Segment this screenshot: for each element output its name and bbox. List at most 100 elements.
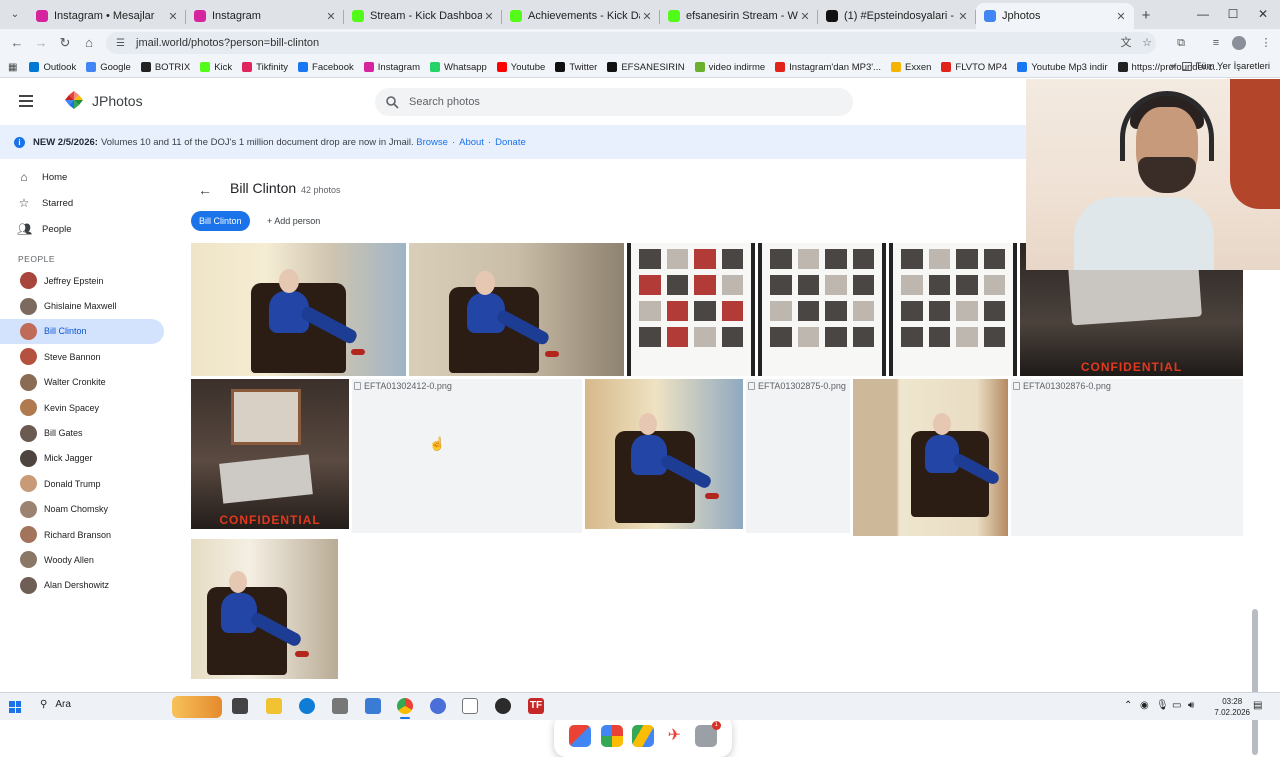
- network-icon[interactable]: ▭: [1172, 700, 1181, 711]
- reload-icon[interactable]: ↻: [57, 35, 73, 51]
- browser-tab[interactable]: (1) #Epsteindosyalari - Arama /✕: [818, 3, 976, 29]
- bookmark-item[interactable]: Kick: [200, 62, 232, 73]
- bookmark-item[interactable]: Google: [86, 62, 131, 73]
- gmail-icon[interactable]: [569, 725, 592, 747]
- bookmark-item[interactable]: video indirme: [694, 62, 765, 73]
- search-input[interactable]: [409, 96, 809, 108]
- close-window-icon[interactable]: ✕: [1248, 0, 1278, 29]
- volume-icon[interactable]: 🔊︎: [1188, 700, 1194, 711]
- apps-launcher-icon[interactable]: 1: [694, 721, 721, 747]
- bookmark-item[interactable]: FLVTO MP4: [941, 62, 1007, 73]
- photo-thumbnail[interactable]: [889, 243, 1017, 376]
- broken-image[interactable]: EFTA01302876-0.png: [1011, 379, 1243, 536]
- bookmark-star-icon[interactable]: ☆: [1139, 35, 1155, 51]
- address-bar[interactable]: ☰ jmail.world/photos?person=bill-clinton: [106, 32, 1156, 54]
- tab-close-icon[interactable]: ✕: [166, 10, 180, 23]
- bookmark-item[interactable]: Whatsapp: [430, 62, 487, 73]
- extensions-icon[interactable]: ⧉: [1173, 35, 1189, 51]
- back-icon[interactable]: ←: [9, 35, 25, 51]
- photo-thumbnail[interactable]: [585, 379, 743, 529]
- tab-close-icon[interactable]: ✕: [956, 10, 970, 23]
- bookmark-item[interactable]: Youtube Mp3 indir: [1017, 62, 1108, 73]
- task-view-icon[interactable]: [232, 698, 248, 714]
- bookmark-item[interactable]: EFSANESIRIN: [607, 62, 685, 73]
- tikfinity-icon[interactable]: TF: [528, 698, 544, 714]
- nav-people[interactable]: 👥︎ People: [0, 216, 176, 242]
- browser-tab[interactable]: efsanesirin Stream - Watch Live✕: [660, 3, 818, 29]
- browse-link[interactable]: Browse: [416, 137, 448, 148]
- new-tab-button[interactable]: +: [1134, 3, 1158, 29]
- tray-chevron-icon[interactable]: ⌃: [1124, 700, 1132, 711]
- photo-thumbnail[interactable]: [758, 243, 886, 376]
- tab-close-icon[interactable]: ✕: [640, 10, 654, 23]
- page-scrollbar[interactable]: [1252, 609, 1258, 755]
- bookmark-item[interactable]: Instagram'dan MP3'...: [775, 62, 881, 73]
- bookmark-item[interactable]: Facebook: [298, 62, 354, 73]
- donate-link[interactable]: Donate: [495, 137, 526, 148]
- browser-tab[interactable]: Achievements - Kick Dashboard✕: [502, 3, 660, 29]
- minimize-icon[interactable]: —: [1188, 0, 1218, 29]
- back-arrow-icon[interactable]: ←: [198, 182, 212, 198]
- photos-icon[interactable]: [600, 725, 623, 747]
- broken-image[interactable]: EFTA01302875-0.png: [746, 379, 850, 533]
- browser-tab[interactable]: Instagram ✕: [186, 3, 344, 29]
- photo-thumbnail[interactable]: CONFIDENTIAL: [191, 379, 349, 529]
- tray-app-icon[interactable]: ◉: [1140, 700, 1149, 711]
- flights-icon[interactable]: ✈: [663, 725, 686, 747]
- person-item[interactable]: Noam Chomsky: [0, 497, 164, 522]
- person-item[interactable]: Mick Jagger: [0, 446, 164, 471]
- profile-avatar[interactable]: [1232, 36, 1246, 50]
- taskbar-clock[interactable]: 03:28 7.02.2026: [1214, 696, 1250, 718]
- tab-search-icon[interactable]: ⌄: [8, 8, 22, 22]
- person-item[interactable]: Steve Bannon: [0, 344, 164, 369]
- tab-close-icon[interactable]: ✕: [798, 10, 812, 23]
- bookmark-item[interactable]: Outlook: [29, 62, 76, 73]
- tab-list-icon[interactable]: ≡: [1208, 35, 1224, 51]
- edge-icon[interactable]: [299, 698, 315, 714]
- drive-icon[interactable]: [631, 725, 654, 747]
- bookmark-item[interactable]: Twitter: [555, 62, 597, 73]
- chrome-icon[interactable]: [397, 698, 413, 714]
- browser-tab[interactable]: Jphotos ✕: [976, 3, 1134, 29]
- bookmark-item[interactable]: Instagram: [363, 62, 420, 73]
- browser-menu-icon[interactable]: ⋮: [1258, 35, 1274, 51]
- person-item[interactable]: Donald Trump: [0, 471, 164, 496]
- microphone-icon[interactable]: 🎙︎: [1156, 700, 1169, 711]
- browser-tab[interactable]: Stream - Kick Dashboard ✕: [344, 3, 502, 29]
- obs-icon[interactable]: [495, 698, 511, 714]
- bookmark-item[interactable]: Youtube: [496, 62, 545, 73]
- browser-icon[interactable]: [430, 698, 446, 714]
- apps-grid-icon[interactable]: ▦: [8, 62, 17, 73]
- nav-home[interactable]: ⌂ Home: [0, 164, 176, 190]
- person-item[interactable]: Woody Allen: [0, 547, 164, 572]
- person-item[interactable]: Kevin Spacey: [0, 395, 164, 420]
- file-explorer-icon[interactable]: [266, 698, 282, 714]
- translate-icon[interactable]: 文: [1118, 35, 1134, 51]
- hamburger-menu-icon[interactable]: [19, 95, 33, 107]
- tab-close-icon[interactable]: ✕: [324, 10, 338, 23]
- maximize-icon[interactable]: ☐: [1218, 0, 1248, 29]
- person-item[interactable]: Bill Gates: [0, 420, 164, 445]
- taskbar-search[interactable]: ⚲ Ara: [40, 699, 71, 710]
- person-item[interactable]: Walter Cronkite: [0, 370, 164, 395]
- add-person-button[interactable]: + Add person: [259, 211, 328, 231]
- bookmark-item[interactable]: Tikfinity: [242, 62, 288, 73]
- bookmark-item[interactable]: BOTRIX: [140, 62, 190, 73]
- forward-icon[interactable]: →: [33, 35, 49, 51]
- broken-image[interactable]: EFTA01302412-0.png: [352, 379, 582, 533]
- person-item[interactable]: Richard Branson: [0, 522, 164, 547]
- photo-thumbnail[interactable]: [853, 379, 1008, 536]
- person-item[interactable]: Ghislaine Maxwell: [0, 293, 164, 318]
- more-bookmarks-icon[interactable]: »: [1169, 61, 1175, 72]
- person-chip-selected[interactable]: Bill Clinton: [191, 211, 250, 231]
- site-info-icon[interactable]: ☰: [116, 38, 128, 49]
- photo-thumbnail[interactable]: [191, 243, 406, 376]
- home-browser-icon[interactable]: ⌂: [81, 35, 97, 51]
- all-bookmarks[interactable]: Tüm Yer İşaretleri: [1181, 61, 1270, 72]
- bookmark-item[interactable]: Exxen: [890, 62, 931, 73]
- person-item[interactable]: Bill Clinton: [0, 318, 164, 345]
- tab-close-icon[interactable]: ✕: [1114, 10, 1128, 23]
- nav-starred[interactable]: ☆ Starred: [0, 190, 176, 216]
- search-bar[interactable]: [375, 88, 853, 116]
- photo-thumbnail[interactable]: [627, 243, 755, 376]
